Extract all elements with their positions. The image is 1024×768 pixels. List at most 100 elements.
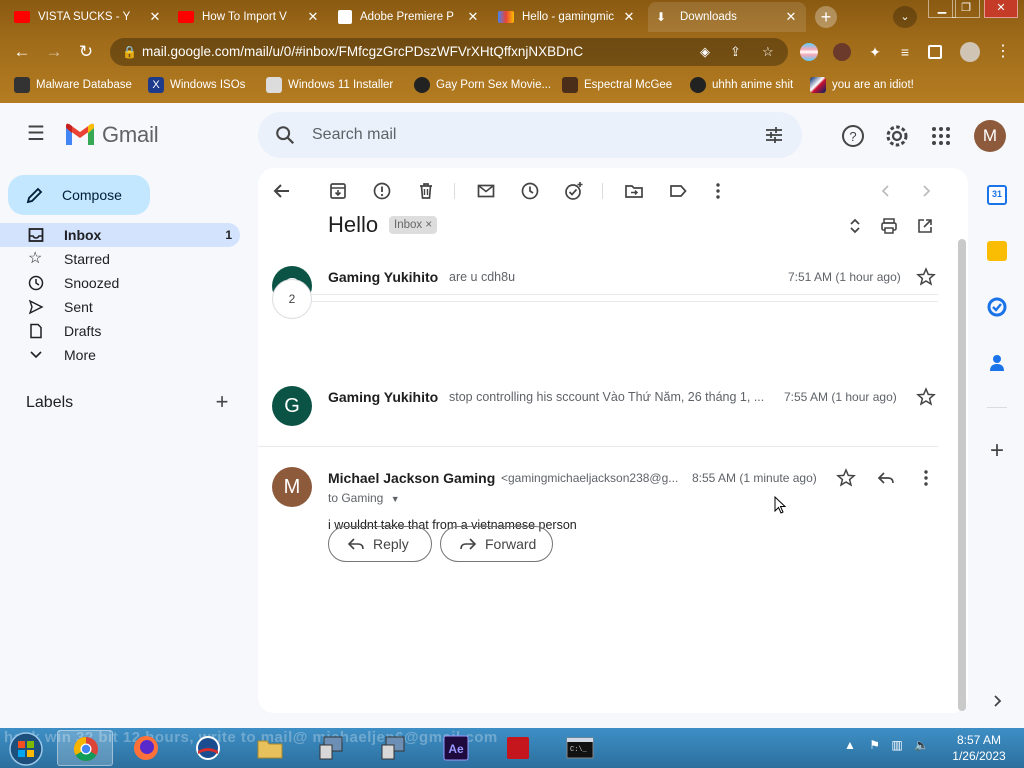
- newer-chevron-left-icon[interactable]: [876, 181, 896, 201]
- reload-button[interactable]: ↻: [74, 40, 98, 64]
- account-avatar[interactable]: M: [974, 120, 1006, 152]
- calendar-icon[interactable]: 31: [987, 185, 1007, 205]
- browser-menu-icon[interactable]: ⋮: [994, 43, 1012, 61]
- bookmark-malware-database[interactable]: Malware Database: [14, 76, 132, 94]
- collapsed-messages-count[interactable]: 2: [272, 279, 312, 319]
- close-icon[interactable]: ✕: [304, 9, 322, 25]
- bookmark-star-icon[interactable]: ☆: [762, 38, 774, 66]
- search-input[interactable]: [312, 122, 732, 148]
- nav-starred[interactable]: ☆ Starred: [0, 247, 240, 271]
- contacts-icon[interactable]: [987, 353, 1007, 373]
- nav-sent[interactable]: Sent: [0, 295, 240, 319]
- bookmark-anime[interactable]: uhhh anime shit: [690, 76, 793, 94]
- forward-button[interactable]: Forward: [440, 526, 553, 562]
- expand-all-icon[interactable]: [846, 217, 864, 235]
- restore-button[interactable]: ❐: [952, 0, 980, 18]
- bookmark-movie[interactable]: Gay Porn Sex Movie...: [414, 76, 551, 94]
- search-options-icon[interactable]: [764, 125, 784, 145]
- action-center-flag-icon[interactable]: ⚑: [869, 738, 880, 752]
- snooze-clock-icon[interactable]: [520, 181, 540, 201]
- main-menu-icon[interactable]: ☰: [24, 123, 48, 147]
- share-icon[interactable]: ⇪: [730, 38, 741, 66]
- taskbar-app-installer[interactable]: [304, 730, 360, 766]
- add-to-tasks-icon[interactable]: [564, 181, 584, 201]
- bookmark-you-are-an-idiot[interactable]: you are an idiot!: [810, 76, 914, 94]
- nav-inbox[interactable]: Inbox 1: [0, 223, 240, 247]
- gmail-logo[interactable]: Gmail: [64, 122, 159, 148]
- thread-scrollbar-thumb[interactable]: [958, 239, 966, 711]
- settings-gear-icon[interactable]: [884, 123, 910, 149]
- tab-search-button[interactable]: ⌄: [893, 6, 917, 28]
- nav-more[interactable]: More: [0, 343, 240, 367]
- recipient-details-chevron-icon[interactable]: ▼: [391, 494, 400, 504]
- search-icon[interactable]: [274, 124, 296, 146]
- tab-how-to-import[interactable]: How To Import V ✕: [170, 2, 328, 32]
- remove-label-icon[interactable]: ×: [425, 219, 432, 231]
- star-icon[interactable]: [916, 387, 936, 407]
- new-tab-button[interactable]: +: [815, 6, 837, 28]
- hide-side-panel-chevron-icon[interactable]: [987, 691, 1007, 711]
- profile-avatar-icon[interactable]: [960, 42, 980, 62]
- label-tag-icon[interactable]: [668, 181, 688, 201]
- reply-button[interactable]: Reply: [328, 526, 432, 562]
- get-addons-plus-icon[interactable]: +: [987, 439, 1007, 463]
- compose-button[interactable]: Compose: [8, 175, 150, 215]
- taskbar-explorer[interactable]: [242, 730, 298, 766]
- add-label-icon[interactable]: +: [212, 391, 232, 413]
- tab-vista-sucks[interactable]: VISTA SUCKS - Y ✕: [6, 2, 170, 32]
- nav-drafts[interactable]: Drafts: [0, 319, 240, 343]
- close-icon[interactable]: ✕: [620, 9, 638, 25]
- print-icon[interactable]: [880, 217, 898, 235]
- forward-button[interactable]: →: [42, 40, 66, 64]
- trans-flag-extension-icon[interactable]: [800, 43, 818, 61]
- star-icon[interactable]: [916, 267, 936, 287]
- extensions-puzzle-icon[interactable]: ✦: [866, 43, 884, 61]
- nav-snoozed[interactable]: Snoozed: [0, 271, 240, 295]
- keep-icon[interactable]: [987, 241, 1007, 261]
- taskbar-firefox[interactable]: [118, 730, 174, 766]
- taskbar-cmd[interactable]: C:\_: [552, 730, 608, 766]
- mark-unread-envelope-icon[interactable]: [476, 181, 496, 201]
- bookmark-windows11-installer[interactable]: Windows 11 Installer: [266, 76, 393, 94]
- taskbar-chrome[interactable]: [57, 730, 113, 766]
- help-icon[interactable]: ?: [840, 123, 866, 149]
- tab-downloads[interactable]: ⬇ Downloads ✕: [648, 2, 806, 32]
- archive-icon[interactable]: [328, 181, 348, 201]
- lens-icon[interactable]: ◈: [700, 38, 710, 66]
- taskbar-app-obama[interactable]: [180, 730, 236, 766]
- close-icon[interactable]: ✕: [464, 9, 482, 25]
- media-control-icon[interactable]: ≡: [896, 43, 914, 61]
- network-icon[interactable]: ▥: [891, 738, 902, 752]
- close-icon[interactable]: ✕: [782, 9, 800, 25]
- inbox-label-chip[interactable]: Inbox ×: [389, 216, 438, 234]
- side-panel-icon[interactable]: [928, 45, 942, 59]
- taskbar-clock[interactable]: 8:57 AM 1/26/2023: [944, 732, 1014, 764]
- star-icon[interactable]: [836, 468, 856, 488]
- move-to-folder-icon[interactable]: [624, 181, 644, 201]
- volume-icon[interactable]: 🔈: [914, 738, 929, 752]
- apps-grid-icon[interactable]: [928, 123, 954, 149]
- delete-trash-icon[interactable]: [416, 181, 436, 201]
- taskbar-app-installer-2[interactable]: [366, 730, 422, 766]
- report-spam-icon[interactable]: [372, 181, 392, 201]
- taskbar-after-effects[interactable]: Ae: [428, 730, 484, 766]
- show-hidden-icons-icon[interactable]: ▲: [844, 738, 856, 752]
- recipient-line[interactable]: to Gaming ▼: [328, 491, 400, 505]
- message-more-icon[interactable]: [916, 468, 936, 488]
- back-to-inbox-icon[interactable]: [272, 181, 292, 201]
- more-options-icon[interactable]: [708, 181, 728, 201]
- taskbar-app-red[interactable]: [490, 730, 546, 766]
- address-bar[interactable]: 🔒 mail.google.com/mail/u/0/#inbox/FMfcgz…: [110, 38, 788, 66]
- bookmark-windows-isos[interactable]: X Windows ISOs: [148, 76, 245, 94]
- tab-adobe-premiere[interactable]: Adobe Premiere P ✕: [330, 2, 488, 32]
- tasks-icon[interactable]: [987, 297, 1007, 317]
- start-orb-icon[interactable]: [6, 731, 46, 767]
- close-icon[interactable]: ✕: [146, 9, 164, 25]
- reply-arrow-icon[interactable]: [876, 468, 896, 488]
- back-button[interactable]: ←: [10, 40, 34, 64]
- open-new-window-icon[interactable]: [916, 217, 934, 235]
- search-bar[interactable]: [258, 112, 802, 158]
- bookmark-espectral-mcgee[interactable]: Espectral McGee: [562, 76, 672, 94]
- profile-extension-icon[interactable]: [833, 43, 851, 61]
- tab-gmail-hello[interactable]: Hello - gamingmic ✕: [490, 2, 644, 32]
